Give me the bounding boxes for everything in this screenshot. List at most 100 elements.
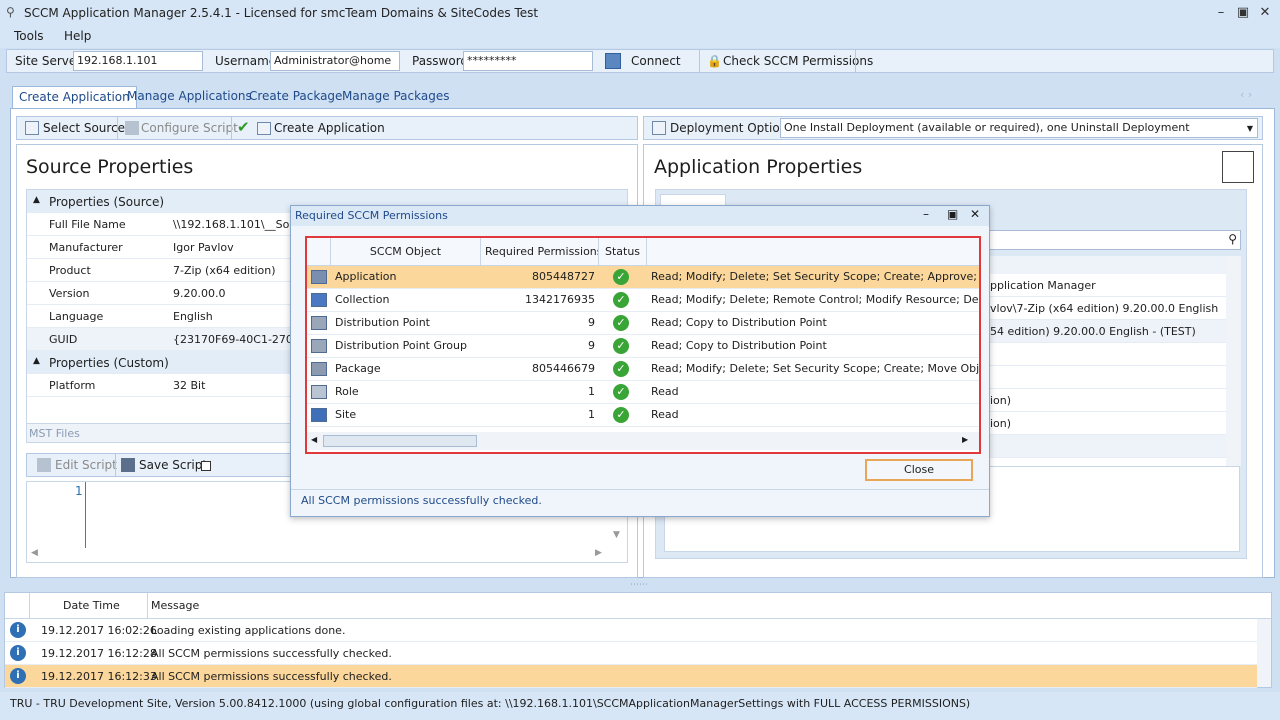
header-status[interactable]: Status (599, 238, 647, 265)
list-item[interactable]: ion) (986, 389, 1226, 412)
create-application-icon (257, 122, 271, 135)
status-ok-icon: ✓ (613, 407, 629, 423)
property-key: Platform (49, 379, 96, 392)
toolbar-separator (855, 50, 856, 72)
status-ok-icon: ✓ (613, 338, 629, 354)
scroll-down-icon[interactable]: ▼ (613, 530, 620, 540)
list-item[interactable] (986, 366, 1226, 389)
app-icon: ⚲ (6, 5, 15, 19)
distribution-point-icon (311, 316, 327, 330)
select-source-button[interactable]: Select Source (43, 121, 125, 135)
check-permissions-button[interactable]: Check SCCM Permissions (723, 54, 873, 68)
scrollbar-thumb[interactable] (323, 435, 477, 447)
package-icon (311, 362, 327, 376)
row-object: Application (335, 270, 397, 283)
horizontal-scrollbar[interactable]: ◀ ▶ (307, 432, 979, 450)
site-server-input[interactable]: 192.168.1.101 (73, 51, 203, 71)
log-row[interactable]: i 19.12.2017 16:02:26 Loading existing a… (5, 619, 1257, 642)
info-icon: i (10, 645, 26, 661)
dialog-minimize-icon[interactable]: – (923, 207, 929, 221)
column-divider (29, 593, 30, 619)
connect-button[interactable]: Connect (631, 54, 681, 68)
close-icon[interactable]: ✕ (1254, 4, 1276, 22)
grid-header: SCCM Object Required Permissions Status (307, 238, 979, 266)
list-item[interactable]: vlov\7-Zip (x64 edition) 9.20.00.0 Engli… (986, 297, 1226, 320)
save-script-button[interactable]: Save Script (139, 458, 207, 472)
row-object: Collection (335, 293, 390, 306)
row-detail: Read; Copy to Distribution Point (651, 316, 827, 329)
list-item[interactable]: pplication Manager (986, 274, 1226, 297)
distribution-point-group-icon (311, 339, 327, 353)
toolbar-separator (231, 117, 232, 139)
tab-manage-packages[interactable]: Manage Packages (336, 86, 455, 108)
property-key: Version (49, 287, 90, 300)
property-value: 32 Bit (173, 379, 206, 392)
dialog-close-icon[interactable]: ✕ (970, 207, 980, 221)
tab-create-application[interactable]: Create Application (12, 86, 137, 108)
list-item[interactable] (986, 343, 1226, 366)
table-row[interactable]: Site 1 ✓ Read (307, 404, 979, 427)
row-permission: 1342176935 (525, 293, 595, 306)
site-icon (311, 408, 327, 422)
dialog-title: Required SCCM Permissions (295, 209, 448, 222)
status-ok-icon: ✓ (613, 292, 629, 308)
list-item-label: ion) (990, 394, 1012, 407)
log-row[interactable]: i 19.12.2017 16:12:28 All SCCM permissio… (5, 642, 1257, 665)
collection-icon (311, 293, 327, 307)
scroll-left-icon[interactable]: ◀ (31, 548, 38, 558)
table-row[interactable]: Distribution Point Group 9 ✓ Read; Copy … (307, 335, 979, 358)
edit-script-button[interactable]: Edit Script (55, 458, 117, 472)
header-message[interactable]: Message (151, 599, 199, 612)
select-source-icon (25, 121, 39, 135)
connect-icon (605, 53, 621, 69)
chevron-down-icon[interactable]: ▼ (1247, 122, 1253, 136)
splitter-grip-icon[interactable]: ⋯⋯ (630, 580, 648, 590)
row-object: Role (335, 385, 359, 398)
log-time: 19.12.2017 16:02:26 (41, 624, 157, 637)
log-row[interactable]: i 19.12.2017 16:12:33 All SCCM permissio… (5, 665, 1257, 688)
tab-scroll-icon[interactable]: ‹ › (1240, 88, 1252, 101)
vertical-scrollbar[interactable] (1226, 256, 1241, 466)
dialog-maximize-icon[interactable]: ▣ (947, 207, 958, 221)
deployment-option-select[interactable]: One Install Deployment (available or req… (780, 118, 1258, 138)
table-row[interactable]: Distribution Point 9 ✓ Read; Copy to Dis… (307, 312, 979, 335)
mst-files-label: MST Files (29, 427, 80, 440)
scroll-left-icon[interactable]: ◀ (311, 435, 317, 444)
header-details (647, 238, 979, 265)
lock-icon: 🔒 (707, 54, 722, 68)
row-detail: Read; Modify; Delete; Remote Control; Mo… (651, 293, 979, 306)
username-input[interactable]: Administrator@home (270, 51, 400, 71)
maximize-icon[interactable]: ▣ (1232, 4, 1254, 22)
table-row[interactable]: Package 805446679 ✓ Read; Modify; Delete… (307, 358, 979, 381)
menu-tools[interactable]: Tools (14, 29, 44, 43)
table-row[interactable]: Application 805448727 ✓ Read; Modify; De… (307, 266, 979, 289)
status-ok-icon: ✓ (613, 269, 629, 285)
search-icon[interactable]: ⚲ (1228, 232, 1237, 246)
tab-manage-applications[interactable]: Manage Applications (121, 86, 258, 108)
header-date-time[interactable]: Date Time (63, 599, 120, 612)
table-row[interactable]: Collection 1342176935 ✓ Read; Modify; De… (307, 289, 979, 312)
password-input[interactable]: ********* (463, 51, 593, 71)
script-checkbox[interactable] (201, 461, 211, 471)
minimize-icon[interactable]: – (1210, 4, 1232, 22)
list-item[interactable]: 54 edition) 9.20.00.0 English - (TEST) (986, 320, 1226, 343)
table-row[interactable]: Role 1 ✓ Read (307, 381, 979, 404)
configure-script-button[interactable]: Configure Script (141, 121, 238, 135)
tab-create-package[interactable]: Create Package (243, 86, 348, 108)
log-message: All SCCM permissions successfully checke… (151, 647, 392, 660)
close-button[interactable]: Close (865, 459, 973, 481)
scroll-right-icon[interactable]: ▶ (962, 435, 968, 444)
list-item[interactable]: ion) (986, 412, 1226, 435)
log-scrollbar[interactable] (1257, 619, 1271, 687)
category-label: Properties (Custom) (49, 356, 169, 370)
create-application-button[interactable]: Create Application (274, 121, 385, 135)
collapse-icon[interactable]: ▲ (33, 356, 40, 366)
menu-help[interactable]: Help (64, 29, 91, 43)
header-required-permissions[interactable]: Required Permissions (481, 238, 599, 265)
scroll-right-icon[interactable]: ▶ (595, 548, 602, 558)
app-search-input[interactable]: ⚲ (986, 230, 1241, 250)
header-sccm-object[interactable]: SCCM Object (331, 238, 481, 265)
application-icon-placeholder[interactable] (1222, 151, 1254, 183)
list-item[interactable] (986, 435, 1226, 458)
collapse-icon[interactable]: ▲ (33, 195, 40, 205)
